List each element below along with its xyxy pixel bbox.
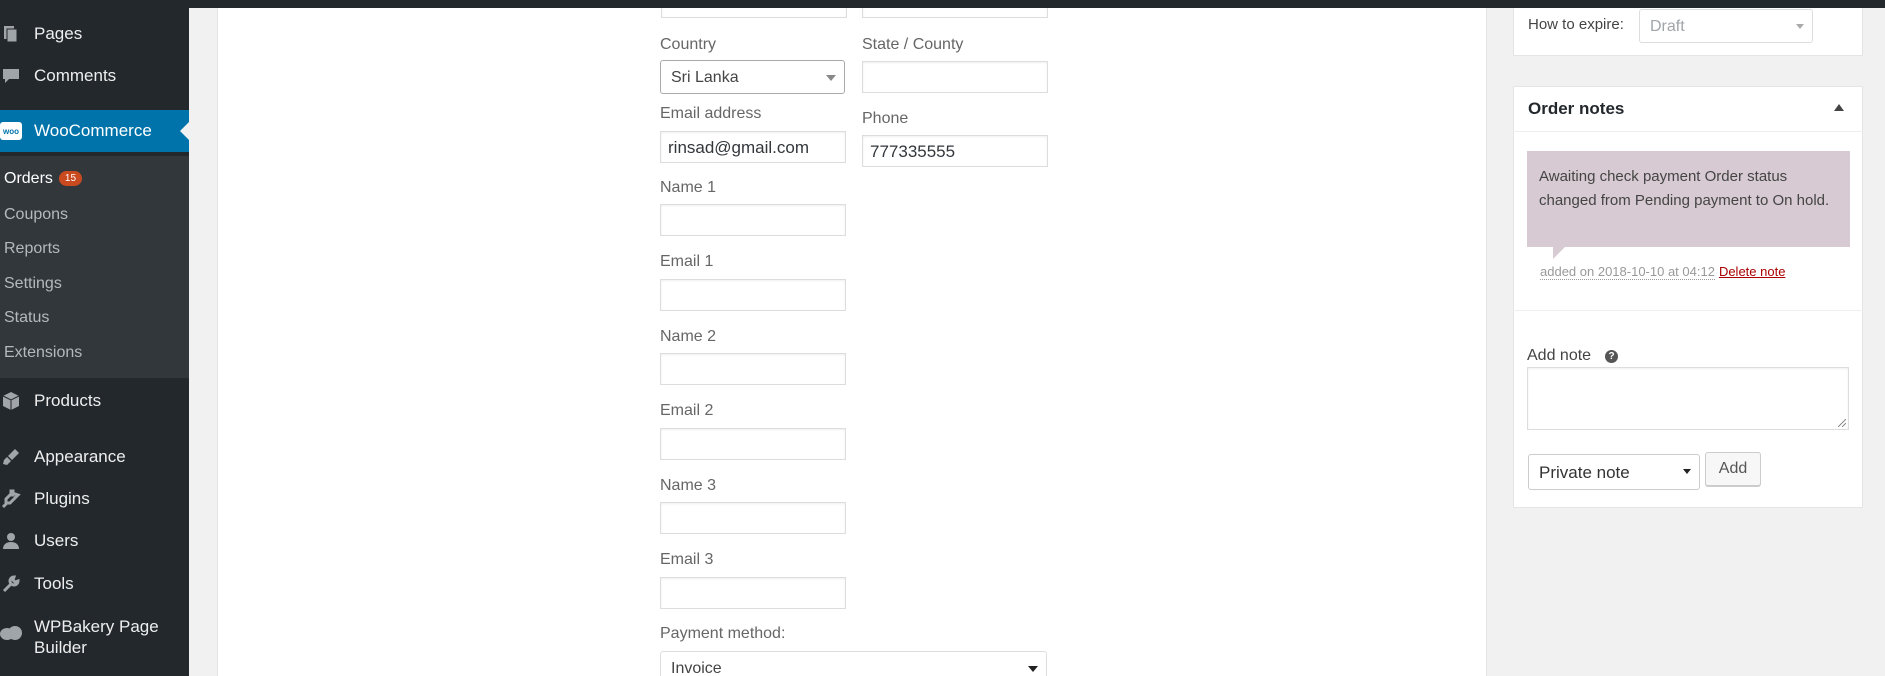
country-select[interactable]: Sri Lanka (660, 60, 845, 94)
payment-method-value: Invoice (671, 660, 722, 676)
state-label: State / County (862, 36, 964, 53)
sidebar-item-label: Comments (34, 66, 117, 85)
note-tail (1553, 247, 1565, 259)
sidebar-item-users[interactable]: Users (0, 521, 189, 561)
name2-field[interactable] (660, 353, 846, 385)
divider (1513, 131, 1863, 132)
divider (1513, 310, 1863, 311)
active-indicator (180, 122, 189, 140)
order-edit-panel (217, 0, 1487, 676)
sidebar-item-wpbakery[interactable]: WPBakery Page Builder (0, 614, 189, 666)
sidebar-item-label: Users (34, 531, 79, 550)
submenu-item-extensions[interactable]: Extensions (4, 344, 82, 362)
name2-label: Name 2 (660, 328, 717, 345)
sidebar-item-comments[interactable]: Comments (0, 56, 189, 96)
note-type-value: Private note (1539, 463, 1630, 482)
email1-field[interactable] (660, 279, 846, 311)
sidebar-item-appearance[interactable]: Appearance (0, 437, 189, 477)
comments-icon (0, 65, 22, 87)
chevron-down-icon (826, 75, 836, 81)
admin-sidebar: Pages Comments woo WooCommerce Orders 15 … (0, 0, 189, 676)
sidebar-item-tools[interactable]: Tools (0, 564, 189, 604)
country-value: Sri Lanka (671, 69, 739, 86)
country-label: Country (660, 36, 717, 53)
sidebar-item-plugins[interactable]: Plugins (0, 479, 189, 519)
add-note-textarea[interactable] (1527, 367, 1849, 430)
email2-label: Email 2 (660, 402, 714, 419)
chevron-down-icon (1683, 469, 1691, 474)
submenu-item-coupons[interactable]: Coupons (4, 206, 68, 224)
submenu-item-settings[interactable]: Settings (4, 275, 62, 293)
name3-field[interactable] (660, 502, 846, 534)
expire-value: Draft (1650, 18, 1685, 35)
submenu-item-orders[interactable]: Orders 15 (4, 170, 83, 188)
phone-field[interactable]: 777335555 (862, 135, 1048, 167)
email-label: Email address (660, 105, 762, 122)
products-icon (0, 390, 22, 412)
plugins-icon (0, 488, 22, 510)
email3-field[interactable] (660, 577, 846, 609)
email2-field[interactable] (660, 428, 846, 460)
note-type-select[interactable]: Private note (1528, 454, 1700, 490)
resize-handle-icon[interactable] (1838, 419, 1846, 427)
name3-label: Name 3 (660, 477, 717, 494)
expire-select[interactable]: Draft (1639, 9, 1813, 43)
note-timestamp: added on 2018-10-10 at 04:12 (1540, 264, 1715, 280)
collapse-toggle-icon[interactable] (1834, 104, 1844, 111)
sidebar-item-label: WooCommerce (34, 121, 152, 140)
email3-label: Email 3 (660, 551, 714, 568)
email1-label: Email 1 (660, 253, 714, 270)
note-meta: added on 2018-10-10 at 04:12 Delete note (1540, 264, 1786, 280)
sidebar-item-label: Products (34, 391, 102, 410)
woo-logo: woo (0, 122, 22, 140)
add-note-button[interactable]: Add (1705, 452, 1761, 486)
expire-label: How to expire: (1528, 16, 1624, 33)
sidebar-item-label: WPBakery Page Builder (34, 617, 159, 657)
sidebar-item-label: Tools (34, 574, 74, 593)
submenu-item-status[interactable]: Status (4, 309, 49, 327)
sidebar-item-label: Appearance (34, 447, 126, 466)
orders-count-badge: 15 (58, 171, 83, 186)
add-note-label: Add note? (1527, 347, 1619, 365)
users-icon (0, 530, 22, 552)
order-note-content: Awaiting check payment Order status chan… (1527, 151, 1850, 247)
chevron-down-icon (1796, 24, 1804, 29)
sidebar-item-pages[interactable]: Pages (0, 14, 189, 54)
name1-field[interactable] (660, 204, 846, 236)
phone-label: Phone (862, 110, 909, 127)
content-gutter (189, 0, 217, 676)
help-icon[interactable]: ? (1605, 350, 1619, 363)
woocommerce-submenu: Orders 15 Coupons Reports Settings Status… (0, 156, 189, 378)
name1-label: Name 1 (660, 179, 717, 196)
tools-icon (0, 573, 22, 595)
submenu-item-reports[interactable]: Reports (4, 240, 60, 258)
sidebar-item-products[interactable]: Products (0, 381, 189, 421)
email-field[interactable]: rinsad@gmail.com (660, 131, 846, 163)
state-field[interactable] (862, 61, 1048, 93)
appearance-icon (0, 446, 22, 468)
wpbakery-icon (0, 622, 22, 644)
order-notes-box (1513, 86, 1863, 508)
admin-top-bar (0, 0, 1885, 8)
delete-note-link[interactable]: Delete note (1719, 264, 1786, 279)
payment-method-label: Payment method: (660, 625, 786, 642)
payment-method-select[interactable]: Invoice (660, 651, 1047, 676)
chevron-down-icon (1028, 666, 1038, 672)
woocommerce-icon: woo (0, 120, 22, 142)
order-notes-title: Order notes (1528, 99, 1625, 118)
sidebar-item-woocommerce[interactable]: woo WooCommerce (0, 110, 189, 152)
sidebar-item-label: Pages (34, 24, 83, 43)
sidebar-item-label: Plugins (34, 489, 90, 508)
pages-icon (0, 23, 22, 45)
